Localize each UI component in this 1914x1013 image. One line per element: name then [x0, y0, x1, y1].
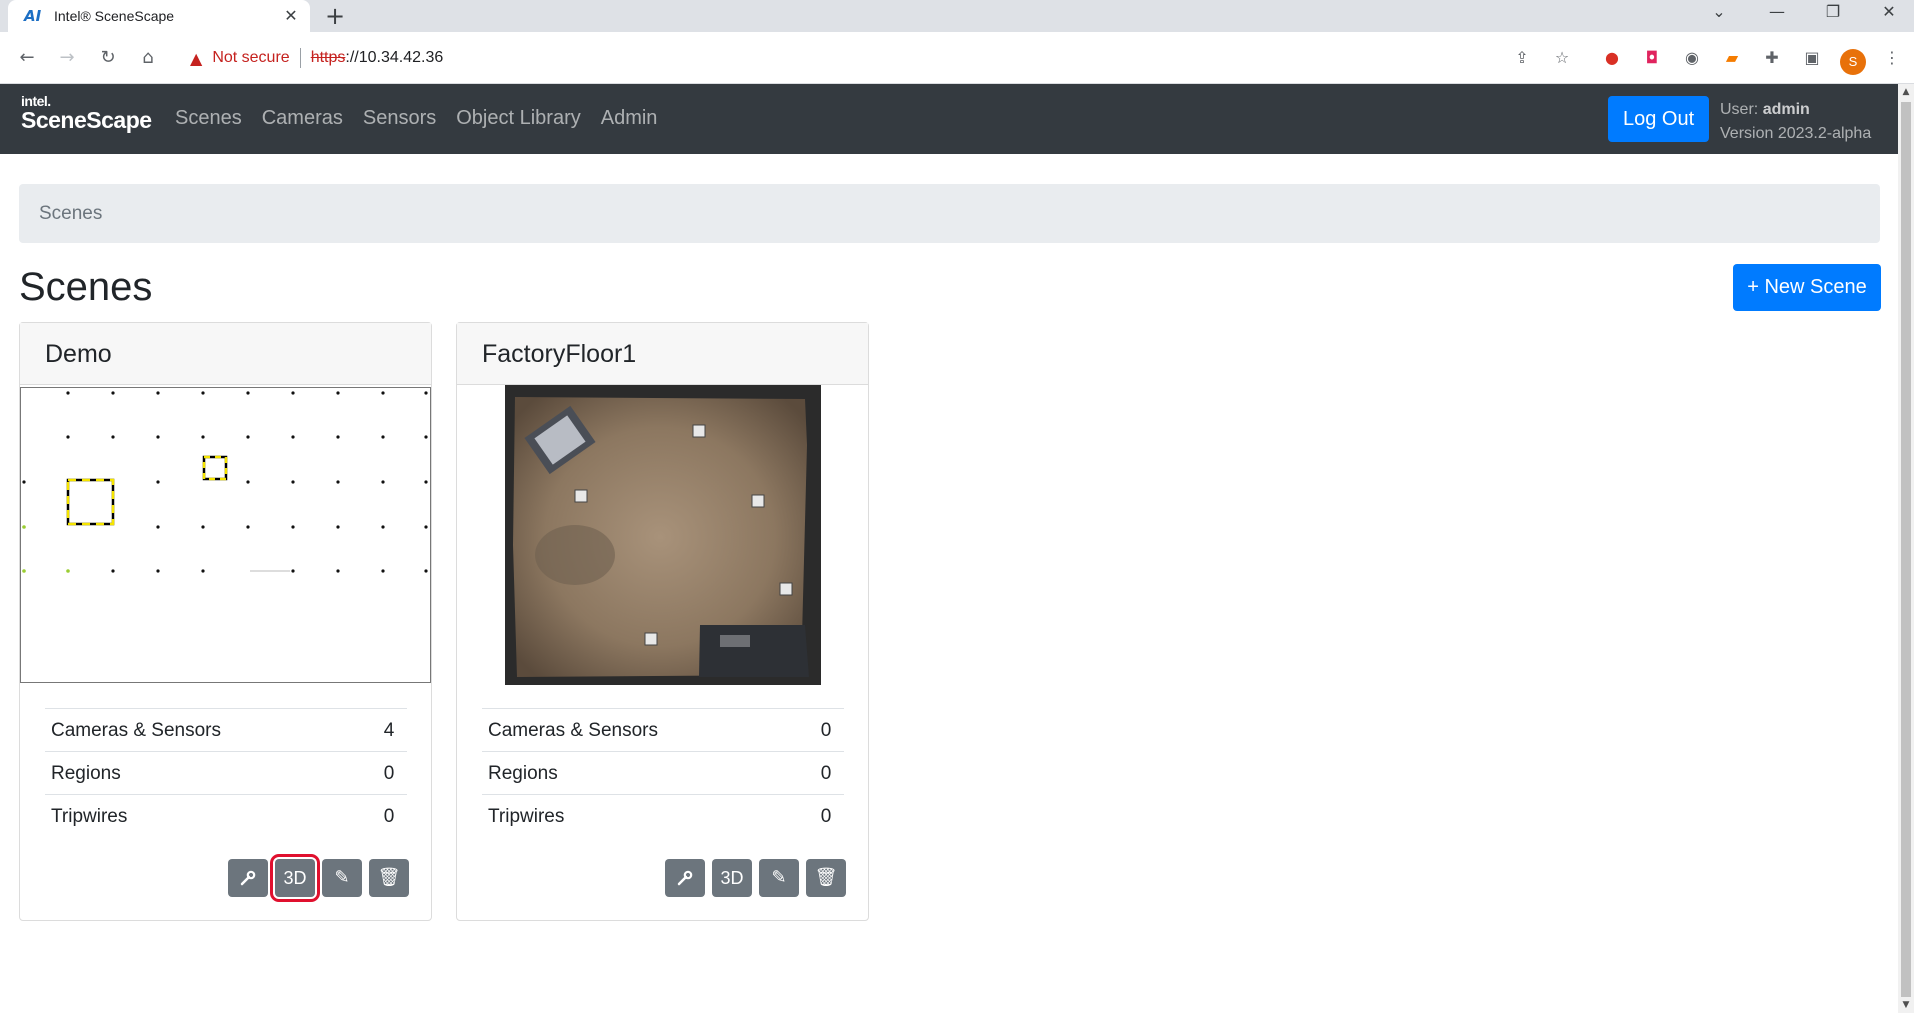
profile-avatar[interactable]: S	[1840, 49, 1866, 75]
not-secure-label[interactable]: Not secure	[212, 49, 289, 67]
3d-view-button[interactable]: 3D	[270, 854, 320, 902]
pencil-icon[interactable]: ✎	[322, 859, 362, 897]
stat-row-cameras: Cameras & Sensors 0	[482, 708, 844, 751]
extensions-puzzle-icon[interactable]: ✚	[1760, 46, 1784, 70]
pencil-icon[interactable]: ✎	[759, 859, 799, 897]
nav-admin[interactable]: Admin	[601, 107, 658, 130]
restore-icon[interactable]: ❐	[1813, 2, 1853, 21]
scene-stats: Cameras & Sensors 0 Regions 0 Tripwires 0	[482, 708, 844, 837]
stat-value: 0	[820, 720, 832, 741]
user-name: admin	[1762, 101, 1810, 118]
stat-value: 0	[820, 806, 832, 827]
extension-chart-icon[interactable]: ▰	[1720, 46, 1744, 70]
nav-cameras[interactable]: Cameras	[262, 107, 343, 130]
scene-title[interactable]: FactoryFloor1	[457, 323, 868, 385]
stat-row-regions: Regions 0	[482, 751, 844, 794]
factory-floor-thumbnail[interactable]	[505, 385, 821, 685]
scene-stats: Cameras & Sensors 4 Regions 0 Tripwires 0	[45, 708, 407, 837]
stat-row-tripwires: Tripwires 0	[45, 794, 407, 837]
scroll-up-icon[interactable]: ▲	[1898, 84, 1914, 100]
browser-toolbar: ← → ↻ ⌂ ▲ Not secure https ://10.34.42.3…	[0, 32, 1914, 84]
stat-row-tripwires: Tripwires 0	[482, 794, 844, 837]
new-scene-button[interactable]: + New Scene	[1733, 264, 1881, 311]
wrench-icon[interactable]	[665, 859, 705, 897]
demo-scene-thumbnail[interactable]	[20, 387, 431, 683]
trash-icon[interactable]: 🗑	[369, 859, 409, 897]
wrench-icon[interactable]	[228, 859, 268, 897]
intel-favicon-icon: AI	[24, 7, 42, 25]
warning-icon: ▲	[190, 48, 203, 68]
tab-search-icon[interactable]: ⌄	[1699, 2, 1739, 21]
stat-row-cameras: Cameras & Sensors 4	[45, 708, 407, 751]
version-label: Version 2023.2-alpha	[1720, 125, 1872, 142]
forward-icon[interactable]: →	[55, 46, 79, 70]
scene-card-demo: Demo Cameras & Sensors 4 Regions 0 Tripwir…	[19, 322, 432, 921]
brand-intel: intel.	[21, 93, 51, 109]
stat-label: Tripwires	[51, 806, 128, 827]
stat-label: Regions	[51, 763, 121, 784]
scroll-down-icon[interactable]: ▼	[1898, 997, 1914, 1013]
share-icon[interactable]: ⇪	[1510, 46, 1534, 70]
browser-tab[interactable]: AI Intel® SceneScape ✕	[8, 0, 310, 32]
stat-value: 4	[383, 720, 395, 741]
user-label: User:	[1720, 101, 1759, 118]
stat-label: Regions	[488, 763, 558, 784]
new-tab-icon[interactable]: +	[325, 2, 345, 30]
nav-scenes[interactable]: Scenes	[175, 107, 242, 130]
app-navbar: intel. SceneScape Scenes Cameras Sensors…	[0, 84, 1898, 154]
url-host: ://10.34.42.36	[345, 49, 444, 66]
brand-logo[interactable]: intel. SceneScape	[21, 94, 152, 132]
browser-tabstrip: AI Intel® SceneScape ✕ + ⌄ — ❐ ✕	[0, 0, 1914, 32]
stat-value: 0	[820, 763, 832, 784]
3d-view-button[interactable]: 3D	[712, 859, 752, 897]
tab-title: Intel® SceneScape	[54, 8, 175, 24]
browser-menu-icon[interactable]: ⋮	[1880, 46, 1904, 70]
stat-label: Cameras & Sensors	[51, 720, 222, 741]
brand-name: SceneScape	[21, 107, 152, 133]
scene-title[interactable]: Demo	[20, 323, 431, 385]
scroll-thumb[interactable]	[1901, 102, 1911, 997]
address-bar[interactable]: ▲ Not secure https ://10.34.42.36	[176, 40, 1576, 76]
extension-red-icon[interactable]: ●	[1600, 46, 1624, 70]
breadcrumb: Scenes	[19, 184, 1880, 243]
home-icon[interactable]: ⌂	[136, 46, 160, 70]
stat-row-regions: Regions 0	[45, 751, 407, 794]
close-tab-icon[interactable]: ✕	[282, 6, 300, 26]
bookmark-star-icon[interactable]: ☆	[1550, 46, 1574, 70]
back-icon[interactable]: ←	[15, 46, 39, 70]
scene-card-factoryfloor1: FactoryFloor1 Cameras & Sensors 0 Region…	[456, 322, 869, 921]
nav-object-library[interactable]: Object Library	[456, 107, 581, 130]
logout-button[interactable]: Log Out	[1608, 96, 1710, 142]
scene-actions: 3D ✎ 🗑	[665, 859, 846, 897]
stat-label: Tripwires	[488, 806, 565, 827]
trash-icon[interactable]: 🗑	[806, 859, 846, 897]
stat-value: 0	[383, 763, 395, 784]
stat-value: 0	[383, 806, 395, 827]
reload-icon[interactable]: ↻	[96, 46, 120, 70]
omnibox-separator	[299, 48, 301, 68]
page-title: Scenes	[19, 265, 153, 309]
side-panel-icon[interactable]: ▣	[1800, 46, 1824, 70]
main-nav: Scenes Cameras Sensors Object Library Ad…	[175, 107, 657, 130]
stat-label: Cameras & Sensors	[488, 720, 659, 741]
minimize-icon[interactable]: —	[1757, 2, 1797, 21]
page-scrollbar[interactable]: ▲ ▼	[1898, 84, 1914, 1013]
url-protocol: https	[310, 49, 346, 66]
nav-sensors[interactable]: Sensors	[363, 107, 436, 130]
user-info: User: admin Version 2023.2-alpha	[1720, 98, 1871, 146]
pocket-icon[interactable]: ◘	[1640, 46, 1664, 70]
extension-gray-icon[interactable]: ◉	[1680, 46, 1704, 70]
close-window-icon[interactable]: ✕	[1869, 2, 1909, 21]
scene-actions: 3D ✎ 🗑	[228, 854, 409, 902]
